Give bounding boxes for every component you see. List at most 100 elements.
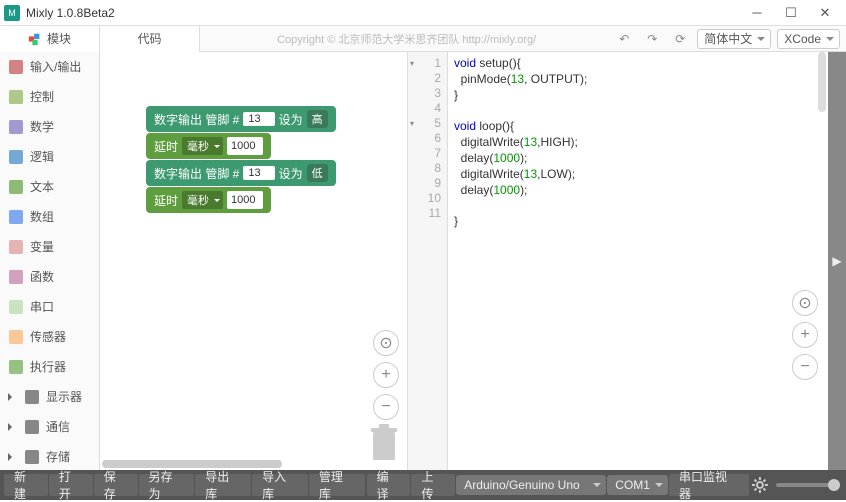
expand-icon [8, 423, 16, 431]
line-number: 9 [408, 176, 441, 191]
block-digital-out-1[interactable]: 数字输出 管脚 # 13 设为 高 [146, 106, 336, 132]
new-button[interactable]: 新建 [4, 474, 48, 496]
category-label: 输入/输出 [30, 58, 81, 75]
tab-blocks[interactable]: 模块 [0, 26, 100, 52]
window-title: Mixly 1.0.8Beta2 [26, 6, 740, 20]
category-12[interactable]: 通信 [0, 412, 99, 442]
minimize-button[interactable]: ─ [740, 2, 774, 24]
pin-select[interactable]: 13 [243, 166, 274, 180]
line-number: 2 [408, 71, 441, 86]
theme-select[interactable]: XCode [777, 29, 840, 49]
export-lib-button[interactable]: 导出库 [195, 474, 251, 496]
collapse-handle[interactable]: ▶ [828, 52, 846, 470]
category-label: 数学 [30, 118, 54, 135]
maximize-button[interactable]: ☐ [774, 2, 808, 24]
category-icon [8, 149, 24, 165]
tab-blocks-label: 模块 [47, 30, 71, 47]
settings-icon[interactable] [750, 475, 770, 495]
workspace-hscroll[interactable] [102, 460, 282, 468]
copyright-text: Copyright © 北京师范大学米思齐团队 http://mixly.org… [200, 31, 613, 47]
zoom-slider[interactable] [776, 483, 836, 487]
code-center-button[interactable]: ⊙ [792, 290, 818, 316]
line-number: 1 [408, 56, 441, 71]
value-select[interactable]: 低 [307, 164, 328, 182]
manage-lib-button[interactable]: 管理库 [309, 474, 365, 496]
refresh-button[interactable]: ⟳ [669, 28, 691, 50]
category-11[interactable]: 显示器 [0, 382, 99, 412]
undo-button[interactable]: ↶ [613, 28, 635, 50]
board-select[interactable]: Arduino/Genuino Uno [456, 475, 606, 495]
category-0[interactable]: 输入/输出 [0, 52, 99, 82]
category-7[interactable]: 函数 [0, 262, 99, 292]
serial-monitor-button[interactable]: 串口监视器 [669, 474, 749, 496]
category-icon [8, 269, 24, 285]
category-2[interactable]: 数学 [0, 112, 99, 142]
category-13[interactable]: 存储 [0, 442, 99, 470]
category-label: 变量 [30, 238, 54, 255]
unit-select[interactable]: 毫秒 [182, 191, 223, 209]
redo-button[interactable]: ↷ [641, 28, 663, 50]
expand-icon [8, 453, 16, 461]
code-vscroll[interactable] [818, 52, 826, 112]
category-label: 通信 [46, 418, 70, 435]
zoom-in-button[interactable]: + [373, 362, 399, 388]
category-4[interactable]: 文本 [0, 172, 99, 202]
trash-icon[interactable] [369, 424, 399, 462]
category-5[interactable]: 数组 [0, 202, 99, 232]
category-icon [8, 59, 24, 75]
line-number: 6 [408, 131, 441, 146]
import-lib-button[interactable]: 导入库 [252, 474, 308, 496]
code-editor[interactable]: void setup(){ pinMode(13, OUTPUT); } voi… [448, 52, 828, 470]
line-number: 5 [408, 116, 441, 131]
code-zoom-out-button[interactable]: − [792, 354, 818, 380]
category-label: 逻辑 [30, 148, 54, 165]
title-bar: M Mixly 1.0.8Beta2 ─ ☐ ✕ [0, 0, 846, 26]
expand-icon [8, 393, 16, 401]
tab-code[interactable]: 代码 [100, 26, 200, 52]
category-9[interactable]: 传感器 [0, 322, 99, 352]
block-digital-out-2[interactable]: 数字输出 管脚 # 13 设为 低 [146, 160, 336, 186]
delay-input[interactable] [227, 191, 263, 209]
line-number: 4 [408, 101, 441, 116]
category-6[interactable]: 变量 [0, 232, 99, 262]
upload-button[interactable]: 上传 [411, 474, 455, 496]
block-workspace[interactable]: 数字输出 管脚 # 13 设为 高 延时 毫秒 数字输出 管脚 # 13 设为 … [100, 52, 408, 470]
bottom-toolbar: 新建 打开 保存 另存为 导出库 导入库 管理库 编译 上传 Arduino/G… [0, 470, 846, 500]
close-button[interactable]: ✕ [808, 2, 842, 24]
line-gutter: 1234567891011 [408, 52, 448, 470]
line-number: 8 [408, 161, 441, 176]
zoom-out-button[interactable]: − [373, 394, 399, 420]
delay-input[interactable] [227, 137, 263, 155]
category-icon [8, 239, 24, 255]
block-delay-2[interactable]: 延时 毫秒 [146, 187, 271, 213]
line-number: 3 [408, 86, 441, 101]
category-8[interactable]: 串口 [0, 292, 99, 322]
category-1[interactable]: 控制 [0, 82, 99, 112]
line-number: 10 [408, 191, 441, 206]
center-button[interactable]: ⊙ [373, 330, 399, 356]
puzzle-icon [28, 32, 42, 46]
language-select[interactable]: 简体中文 [697, 29, 771, 49]
category-icon [24, 389, 40, 405]
value-select[interactable]: 高 [307, 110, 328, 128]
category-icon [8, 179, 24, 195]
block-delay-1[interactable]: 延时 毫秒 [146, 133, 271, 159]
port-select[interactable]: COM1 [607, 475, 668, 495]
saveas-button[interactable]: 另存为 [139, 474, 195, 496]
category-icon [8, 209, 24, 225]
compile-button[interactable]: 编译 [367, 474, 411, 496]
category-3[interactable]: 逻辑 [0, 142, 99, 172]
line-number: 7 [408, 146, 441, 161]
open-button[interactable]: 打开 [49, 474, 93, 496]
code-zoom-in-button[interactable]: + [792, 322, 818, 348]
category-label: 控制 [30, 88, 54, 105]
category-icon [8, 329, 24, 345]
category-icon [24, 419, 40, 435]
unit-select[interactable]: 毫秒 [182, 137, 223, 155]
tab-bar: 模块 代码 Copyright © 北京师范大学米思齐团队 http://mix… [0, 26, 846, 52]
pin-select[interactable]: 13 [243, 112, 274, 126]
category-10[interactable]: 执行器 [0, 352, 99, 382]
save-button[interactable]: 保存 [94, 474, 138, 496]
category-sidebar[interactable]: 输入/输出控制数学逻辑文本数组变量函数串口传感器执行器显示器通信存储 [0, 52, 100, 470]
category-icon [8, 359, 24, 375]
